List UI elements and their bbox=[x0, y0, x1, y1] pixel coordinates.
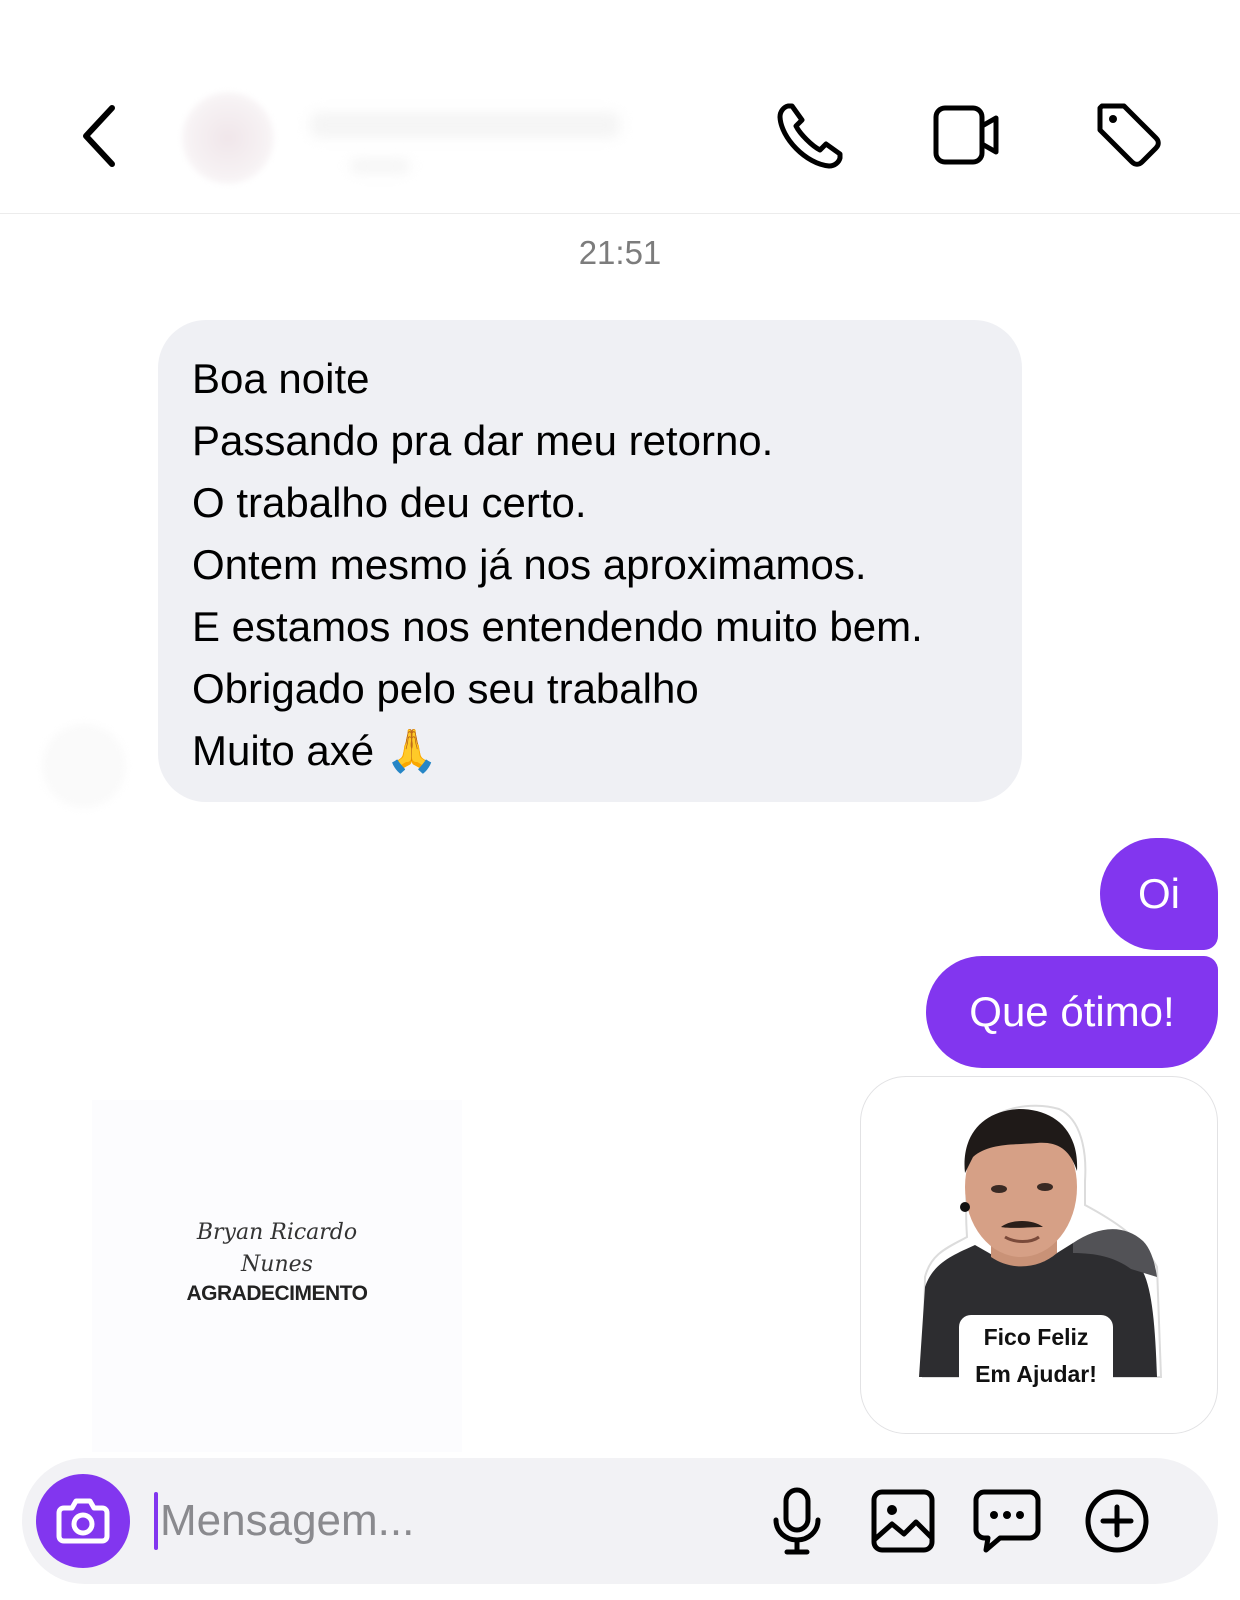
back-button[interactable] bbox=[72, 96, 132, 176]
more-options-button[interactable] bbox=[1080, 1484, 1154, 1558]
message-text: Oi bbox=[1138, 870, 1180, 917]
message-line: E estamos nos entendendo muito bem. bbox=[192, 603, 923, 650]
message-text: Que ótimo! bbox=[969, 988, 1175, 1035]
video-call-button[interactable] bbox=[930, 98, 1004, 172]
video-camera-icon bbox=[933, 105, 999, 165]
microphone-icon bbox=[773, 1487, 821, 1555]
message-line: Obrigado pelo seu trabalho bbox=[192, 665, 699, 712]
message-line: Boa noite bbox=[192, 355, 370, 402]
message-composer bbox=[22, 1458, 1218, 1584]
incoming-message-bubble[interactable]: Boa noite Passando pra dar meu retorno. … bbox=[158, 320, 1022, 802]
voice-message-button[interactable] bbox=[760, 1484, 834, 1558]
logo-title: AGRADECIMENTO bbox=[186, 1282, 368, 1305]
phone-icon bbox=[777, 103, 843, 169]
contact-name-redacted[interactable] bbox=[310, 112, 620, 138]
outgoing-message-bubble[interactable]: Oi bbox=[1100, 838, 1218, 950]
message-line: Ontem mesmo já nos aproximamos. bbox=[192, 541, 867, 588]
camera-icon bbox=[56, 1498, 110, 1544]
sticker-chat-button[interactable] bbox=[970, 1484, 1044, 1558]
message-line: Passando pra dar meu retorno. bbox=[192, 417, 774, 464]
image-icon bbox=[871, 1489, 935, 1553]
sticker-message[interactable]: Fico Feliz Em Ajudar! bbox=[860, 1076, 1218, 1434]
chat-header bbox=[0, 0, 1240, 214]
message-line-last: Muito axé 🙏 bbox=[192, 720, 992, 782]
sticker-caption-line: Fico Feliz bbox=[983, 1324, 1089, 1350]
text-cursor bbox=[154, 1492, 158, 1550]
logo-script-name: Bryan Ricardo bbox=[196, 1220, 358, 1245]
shared-image-logo[interactable]: Bryan Ricardo Nunes AGRADECIMENTO bbox=[92, 1100, 462, 1452]
message-input[interactable] bbox=[160, 1482, 720, 1560]
contact-status-redacted bbox=[350, 158, 410, 174]
message-timestamp: 21:51 bbox=[578, 234, 662, 271]
message-line-text: Muito axé bbox=[192, 727, 375, 774]
gallery-button[interactable] bbox=[866, 1484, 940, 1558]
sender-avatar[interactable] bbox=[42, 724, 126, 808]
sticker-caption: Fico Feliz Em Ajudar! bbox=[959, 1315, 1113, 1397]
message-line: O trabalho deu certo. bbox=[192, 479, 587, 526]
outgoing-message-bubble[interactable]: Que ótimo! bbox=[926, 956, 1218, 1068]
sticker-caption-line: Em Ajudar! bbox=[975, 1361, 1097, 1387]
camera-button[interactable] bbox=[36, 1474, 130, 1568]
voice-call-button[interactable] bbox=[774, 98, 848, 172]
chevron-left-icon bbox=[83, 105, 115, 167]
tag-icon bbox=[1097, 103, 1161, 167]
logo-script-surname: Nunes bbox=[241, 1252, 313, 1277]
contact-avatar[interactable] bbox=[182, 92, 274, 184]
chat-bubble-icon bbox=[973, 1489, 1041, 1553]
tag-button[interactable] bbox=[1092, 98, 1166, 172]
plus-circle-icon bbox=[1085, 1489, 1149, 1553]
praying-hands-emoji: 🙏 bbox=[385, 726, 439, 775]
